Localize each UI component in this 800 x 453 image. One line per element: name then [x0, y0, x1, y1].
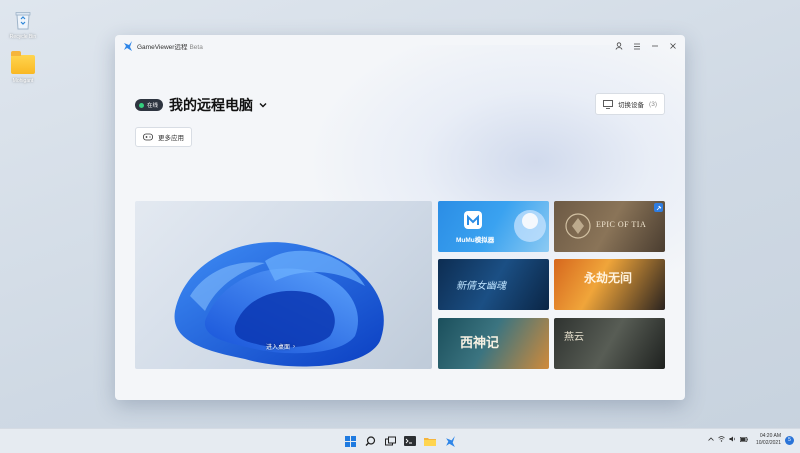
gameviewer-taskbar-icon[interactable]: [443, 434, 457, 448]
desktop-icon-recycle-bin[interactable]: Recycle Bin: [1, 8, 45, 40]
file-explorer-icon[interactable]: [423, 434, 437, 448]
device-count: (3): [649, 100, 657, 108]
tile-mumu[interactable]: MuMu模拟器: [438, 201, 549, 252]
online-dot-icon: [139, 102, 144, 108]
windows-start-icon[interactable]: [343, 434, 357, 448]
monitor-icon: [603, 99, 613, 109]
terminal-icon[interactable]: [403, 434, 417, 448]
pin-icon[interactable]: [654, 203, 663, 212]
gameviewer-window: GameViewer远程 Beta 在线 我的远程电脑 切换设备 (3) 更多应…: [115, 35, 685, 400]
tile-xishenji[interactable]: 西神记: [438, 318, 549, 369]
task-view-icon[interactable]: [383, 434, 397, 448]
chevron-up-icon[interactable]: [708, 437, 714, 443]
tile-epic-of-tia[interactable]: EPIC OF TIA: [554, 201, 665, 252]
account-icon[interactable]: [614, 42, 623, 51]
more-apps-label: 更多应用: [158, 135, 184, 142]
tile-yanyun-label: 燕云: [564, 332, 584, 343]
beta-label: Beta: [189, 44, 203, 51]
clock[interactable]: 04:20 AM 10/02/2021: [756, 433, 781, 447]
tile-xishenji-label: 西神记: [460, 335, 500, 350]
taskbar: 04:20 AM 10/02/2021 5: [0, 428, 800, 453]
search-icon[interactable]: [363, 434, 377, 448]
volume-icon[interactable]: [729, 436, 736, 444]
tile-xinqiannv-label: 新倩女幽魂: [456, 281, 506, 292]
tile-mumu-label: MuMu模拟器: [456, 237, 495, 244]
online-status-badge: 在线: [135, 99, 164, 111]
enter-desktop-link[interactable]: 进入桌面 ›: [266, 342, 296, 352]
clock-date: 10/02/2021: [755, 440, 781, 446]
app-title: GameViewer远程 Beta: [137, 44, 203, 51]
battery-icon[interactable]: [739, 436, 748, 444]
title-bar[interactable]: GameViewer远程 Beta: [115, 35, 685, 57]
desktop-icon-folder[interactable]: Mohigant: [1, 50, 45, 84]
tile-epic-label: EPIC OF TIA: [596, 220, 647, 229]
mumu-logo-icon: [464, 210, 546, 242]
pc-title[interactable]: 我的远程电脑: [169, 95, 253, 115]
gamepad-icon: [143, 133, 153, 141]
folder-icon: [11, 50, 35, 76]
chevron-right-icon: ›: [293, 343, 296, 350]
folder-label: Mohigant: [12, 78, 34, 84]
minimize-icon[interactable]: [650, 42, 659, 51]
tile-yongjie-label: 永劫无间: [584, 271, 633, 285]
notification-badge[interactable]: 5: [785, 435, 794, 445]
enter-desktop-label: 进入桌面: [266, 345, 291, 351]
menu-icon[interactable]: [632, 42, 641, 51]
clock-time: 04:20 AM: [759, 433, 781, 439]
tile-xinqiannv[interactable]: 新倩女幽魂: [438, 259, 549, 310]
chevron-down-icon[interactable]: [259, 101, 267, 110]
switch-device-label: 切换设备: [618, 102, 645, 109]
close-icon[interactable]: [668, 42, 677, 51]
wifi-icon[interactable]: [718, 436, 725, 444]
switch-device-button[interactable]: 切换设备 (3): [595, 93, 665, 115]
pc-header: 在线 我的远程电脑: [135, 95, 267, 115]
tile-yongjie[interactable]: 永劫无间: [554, 259, 665, 310]
recycle-bin-icon: [11, 8, 35, 32]
online-label: 在线: [147, 103, 159, 109]
system-tray: 04:20 AM 10/02/2021 5: [708, 433, 794, 447]
tile-yanyun[interactable]: 燕云: [554, 318, 665, 369]
more-apps-button[interactable]: 更多应用: [135, 127, 192, 147]
remote-desktop-preview[interactable]: 进入桌面 ›: [135, 201, 432, 369]
recycle-bin-label: Recycle Bin: [9, 34, 37, 40]
app-logo-icon: [124, 41, 132, 51]
